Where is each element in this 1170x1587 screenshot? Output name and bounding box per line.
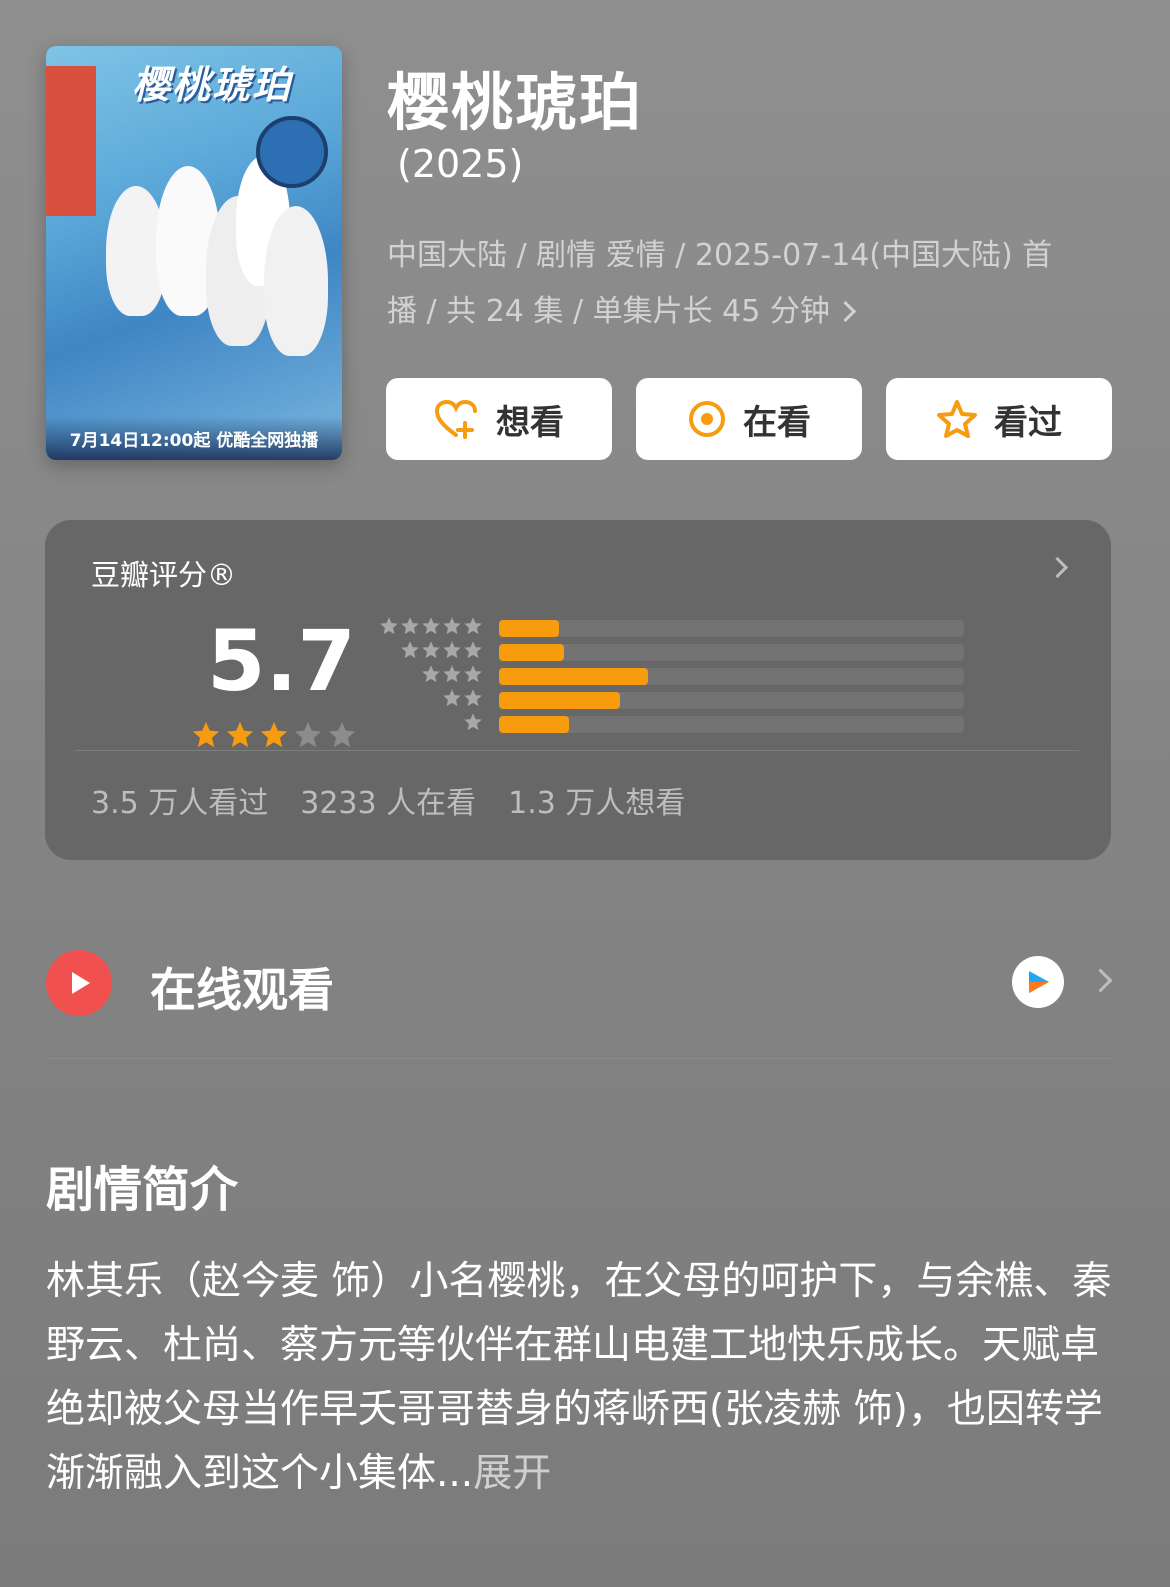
star-small-icon bbox=[442, 616, 462, 640]
distribution-bar-fill bbox=[499, 691, 620, 709]
star-small-icon bbox=[442, 664, 462, 688]
distribution-bar-track bbox=[499, 667, 964, 685]
distribution-bar-track bbox=[499, 715, 964, 733]
show-meta-line: 播 / 共 24 集 / 单集片长 45 分钟 bbox=[387, 284, 1117, 340]
rating-card[interactable]: 豆瓣评分® 5.7 3.5 万人看过 3233 人在看 1.3 万人想看 bbox=[45, 520, 1111, 860]
play-icon bbox=[46, 950, 112, 1016]
want-to-watch-label: 想看 bbox=[496, 402, 564, 443]
watched-count: 3.5 万人看过 bbox=[91, 786, 269, 821]
chevron-right-icon bbox=[1046, 556, 1069, 579]
audience-counts: 3.5 万人看过 3233 人在看 1.3 万人想看 bbox=[91, 778, 685, 822]
distribution-bar-fill bbox=[499, 715, 569, 733]
star-small-icon bbox=[463, 712, 483, 736]
star-small-icon bbox=[463, 616, 483, 640]
poster-figure bbox=[264, 206, 328, 356]
show-meta-line: 中国大陆 / 剧情 爱情 / 2025-07-14(中国大陆) 首 bbox=[387, 238, 1053, 273]
watching-count: 3233 人在看 bbox=[300, 786, 477, 821]
online-watch-label: 在线观看 bbox=[150, 963, 334, 1017]
distribution-bar-fill bbox=[499, 667, 648, 685]
show-meta-line-text: 播 / 共 24 集 / 单集片长 45 分钟 bbox=[387, 294, 830, 329]
star-outline-icon bbox=[936, 399, 978, 439]
synopsis-title: 剧情简介 bbox=[46, 1162, 239, 1218]
distribution-row bbox=[379, 640, 964, 664]
star-small-icon bbox=[421, 616, 441, 640]
star-small-icon bbox=[421, 664, 441, 688]
star-filled-icon bbox=[259, 720, 289, 754]
distribution-stars bbox=[379, 712, 483, 736]
star-empty-icon bbox=[293, 720, 323, 754]
distribution-bar-track bbox=[499, 691, 964, 709]
watching-label: 在看 bbox=[743, 402, 811, 443]
rating-stars bbox=[191, 720, 357, 754]
star-small-icon bbox=[463, 688, 483, 712]
chevron-right-icon bbox=[834, 300, 856, 323]
star-small-icon bbox=[442, 640, 462, 664]
star-small-icon bbox=[463, 664, 483, 688]
rating-distribution bbox=[379, 616, 964, 736]
rating-score: 5.7 bbox=[207, 612, 356, 710]
online-watch-row[interactable]: 在线观看 bbox=[46, 950, 1113, 1017]
distribution-row bbox=[379, 688, 964, 712]
distribution-stars bbox=[379, 688, 483, 712]
divider bbox=[75, 750, 1079, 751]
target-icon bbox=[687, 399, 727, 439]
star-small-icon bbox=[379, 616, 399, 640]
heart-plus-icon bbox=[434, 399, 480, 439]
rating-label: 豆瓣评分® bbox=[91, 558, 237, 592]
distribution-bar-track bbox=[499, 643, 964, 661]
distribution-bar-fill bbox=[499, 643, 565, 661]
distribution-row bbox=[379, 616, 964, 640]
synopsis-body: 林其乐（赵今麦 饰）小名樱桃，在父母的呵护下，与余樵、秦野云、杜尚、蔡方元等伙伴… bbox=[46, 1259, 1112, 1496]
distribution-bar-track bbox=[499, 619, 964, 637]
watched-button[interactable]: 看过 bbox=[886, 378, 1112, 460]
youku-icon bbox=[1012, 956, 1064, 1008]
show-meta[interactable]: 中国大陆 / 剧情 爱情 / 2025-07-14(中国大陆) 首 播 / 共 … bbox=[387, 228, 1117, 340]
divider bbox=[46, 1058, 1112, 1059]
distribution-stars bbox=[379, 616, 483, 640]
want-to-watch-button[interactable]: 想看 bbox=[386, 378, 612, 460]
synopsis-text: 林其乐（赵今麦 饰）小名樱桃，在父母的呵护下，与余樵、秦野云、杜尚、蔡方元等伙伴… bbox=[46, 1250, 1126, 1506]
distribution-row bbox=[379, 664, 964, 688]
distribution-bar-fill bbox=[499, 619, 560, 637]
star-filled-icon bbox=[225, 720, 255, 754]
distribution-stars bbox=[379, 664, 483, 688]
globe-icon bbox=[256, 116, 328, 188]
chevron-right-icon bbox=[1088, 968, 1113, 993]
release-year: (2025) bbox=[397, 142, 524, 186]
star-small-icon bbox=[463, 640, 483, 664]
poster-title-art: 樱桃琥珀 bbox=[132, 63, 293, 107]
distribution-row bbox=[379, 712, 964, 736]
page-title: 樱桃琥珀 bbox=[387, 66, 644, 139]
star-filled-icon bbox=[191, 720, 221, 754]
want-count: 1.3 万人想看 bbox=[508, 786, 686, 821]
star-empty-icon bbox=[327, 720, 357, 754]
watched-label: 看过 bbox=[994, 402, 1062, 443]
star-small-icon bbox=[400, 640, 420, 664]
poster-pencil-cup bbox=[46, 66, 96, 216]
star-small-icon bbox=[400, 616, 420, 640]
star-small-icon bbox=[421, 640, 441, 664]
watching-button[interactable]: 在看 bbox=[636, 378, 862, 460]
poster-banner: 7月14日12:00起 优酷全网独播 bbox=[46, 416, 342, 460]
distribution-stars bbox=[379, 640, 483, 664]
expand-link[interactable]: 展开 bbox=[473, 1451, 551, 1496]
poster-image[interactable]: 樱桃琥珀 7月14日12:00起 优酷全网独播 bbox=[46, 46, 342, 460]
star-small-icon bbox=[442, 688, 462, 712]
